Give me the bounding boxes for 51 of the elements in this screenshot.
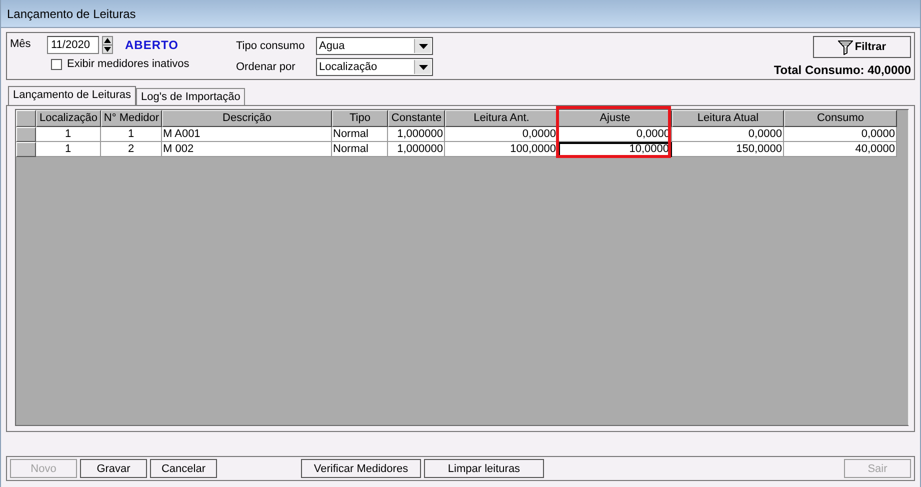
table-cell[interactable]: 1	[36, 127, 101, 142]
table-cell[interactable]: 100,0000	[445, 142, 558, 157]
column-header[interactable]: Ajuste	[558, 110, 672, 127]
checkbox[interactable]	[51, 58, 62, 70]
row-header[interactable]	[16, 110, 36, 127]
table-cell[interactable]: 1	[101, 127, 162, 142]
sort-dropdown[interactable]: Localização	[316, 58, 433, 76]
table-cell[interactable]: 0,0000	[445, 127, 558, 142]
row-header[interactable]	[16, 142, 36, 157]
column-header[interactable]: Leitura Atual	[672, 110, 784, 127]
row-header[interactable]	[16, 127, 36, 142]
tab[interactable]: Lançamento de Leituras	[8, 86, 136, 105]
action-button[interactable]: Gravar	[80, 459, 147, 478]
spinner[interactable]	[102, 36, 113, 54]
filter-button[interactable]: Filtrar	[813, 36, 911, 58]
table-cell[interactable]: 1	[36, 142, 101, 157]
table-cell[interactable]: M 002	[162, 142, 332, 157]
action-button[interactable]: Cancelar	[150, 459, 217, 478]
dropdown-arrow-icon	[418, 44, 428, 48]
table-cell[interactable]: Normal	[332, 127, 388, 142]
tab[interactable]: Log's de Importação	[136, 88, 246, 105]
column-header[interactable]: N° Medidor	[101, 110, 162, 127]
column-header[interactable]: Constante	[388, 110, 445, 127]
checkbox-label: Exibir medidores inativos	[67, 58, 190, 70]
window-title: Lançamento de Leituras	[7, 6, 136, 20]
table-cell[interactable]: 150,0000	[672, 142, 784, 157]
table-cell[interactable]: 40,0000	[784, 142, 897, 157]
column-header[interactable]: Descrição	[162, 110, 332, 127]
consumption-type-dropdown[interactable]: Agua	[316, 37, 433, 55]
table-cell[interactable]: 0,0000	[672, 127, 784, 142]
up-down-arrows-icon	[103, 37, 112, 53]
total-consumption: Total Consumo: 40,0000	[774, 63, 911, 77]
table-cell[interactable]: M A001	[162, 127, 332, 142]
column-header[interactable]: Consumo	[784, 110, 897, 127]
table-cell[interactable]: 1,000000	[388, 142, 445, 157]
field-label: Ordenar por	[236, 61, 296, 73]
action-button[interactable]: Limpar leituras	[424, 459, 544, 478]
column-header[interactable]: Localização	[36, 110, 101, 127]
field-label: Tipo consumo	[236, 40, 306, 52]
table-cell[interactable]: 1,000000	[388, 127, 445, 142]
table-cell[interactable]: Normal	[332, 142, 388, 157]
month-field[interactable]: 11/2020	[47, 36, 99, 54]
table-cell[interactable]: 0,0000	[784, 127, 897, 142]
action-button[interactable]: Verificar Medidores	[301, 459, 421, 478]
column-header[interactable]: Leitura Ant.	[445, 110, 558, 127]
status-text: ABERTO	[125, 38, 178, 52]
month-label: Mês	[10, 38, 32, 50]
funnel-icon	[838, 40, 853, 54]
column-header[interactable]: Tipo	[332, 110, 388, 127]
dropdown-arrow-icon	[418, 64, 428, 70]
table-cell[interactable]: 2	[101, 142, 162, 157]
